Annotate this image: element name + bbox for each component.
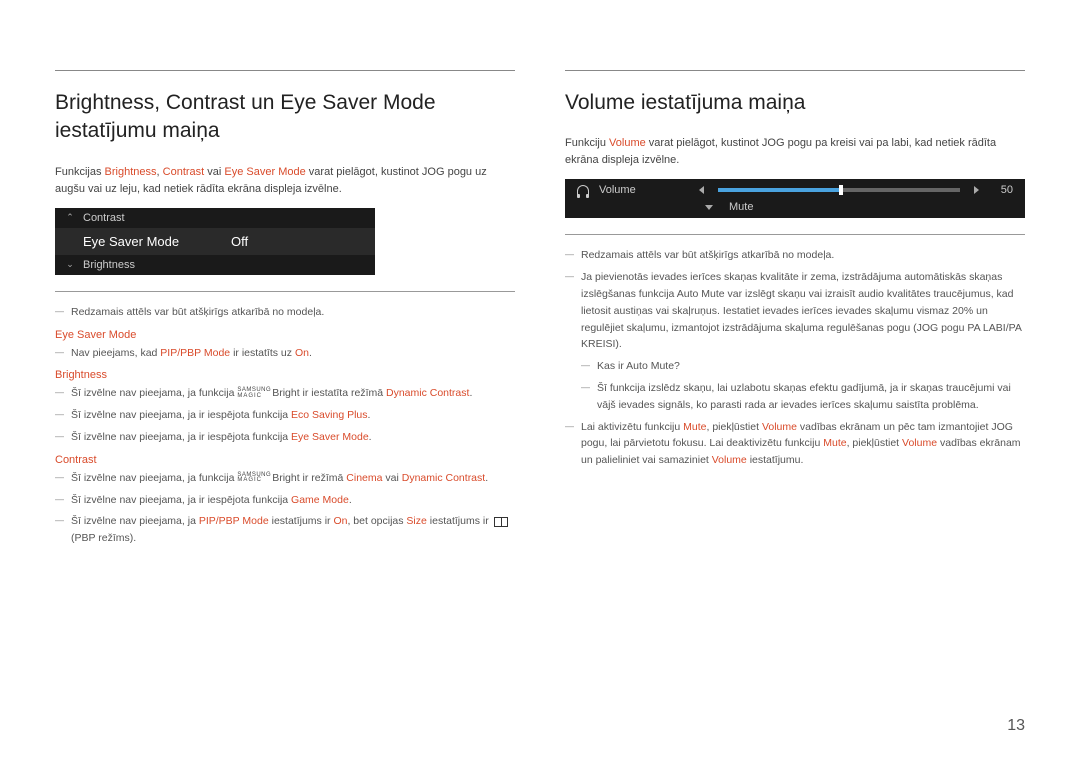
subhead-brightness: Brightness — [55, 369, 515, 381]
triangle-down-icon — [705, 205, 713, 210]
note-brightness-2: Šī izvēlne nav pieejama, ja ir iespējota… — [55, 407, 515, 424]
note-auto-mute-q: Kas ir Auto Mute? — [581, 358, 1025, 375]
note-model-vary-left: Redzamais attēls var būt atšķirīgs atkar… — [55, 304, 515, 321]
note-brightness-1: Šī izvēlne nav pieejama, ja funkcija SAM… — [55, 385, 515, 402]
volume-value: 50 — [989, 184, 1013, 196]
triangle-left-icon — [699, 186, 704, 194]
note-eyesaver-1: Nav pieejams, kad PIP/PBP Mode ir iestat… — [55, 345, 515, 362]
osd-row-brightness: ⌄ Brightness — [55, 255, 375, 275]
note-auto-mute-desc: Šī funkcija izslēdz skaņu, lai uzlabotu … — [581, 380, 1025, 414]
osd-brightness-panel: ⌃ Contrast Eye Saver Mode Off ⌄ Brightne… — [55, 208, 375, 275]
volume-handle — [839, 185, 843, 195]
left-intro: Funkcijas Brightness, Contrast vai Eye S… — [55, 164, 515, 198]
note-brightness-3: Šī izvēlne nav pieejama, ja ir iespējota… — [55, 429, 515, 446]
volume-fill — [718, 188, 839, 192]
note-contrast-3: Šī izvēlne nav pieejama, ja PIP/PBP Mode… — [55, 513, 515, 547]
note-model-vary-right: Redzamais attēls var būt atšķirīgs atkar… — [565, 247, 1025, 264]
mute-label: Mute — [729, 201, 753, 213]
pbp-icon — [494, 517, 508, 527]
page-number: 13 — [1007, 717, 1025, 735]
right-heading: Volume iestatījuma maiņa — [565, 89, 1025, 117]
volume-slider — [718, 188, 960, 192]
samsung-magic-icon: SAMSUNGMAGIC — [237, 473, 271, 484]
left-column: Brightness, Contrast un Eye Saver Mode i… — [55, 70, 515, 552]
separator — [565, 234, 1025, 235]
left-heading: Brightness, Contrast un Eye Saver Mode i… — [55, 89, 515, 146]
chevron-up-icon: ⌃ — [65, 212, 75, 223]
chevron-down-icon: ⌄ — [65, 259, 75, 270]
note-mute-activate: Lai aktivizētu funkciju Mute, piekļūstie… — [565, 419, 1025, 469]
right-column: Volume iestatījuma maiņa Funkciju Volume… — [565, 70, 1025, 552]
volume-label: Volume — [599, 184, 689, 196]
subhead-eyesaver: Eye Saver Mode — [55, 329, 515, 341]
right-intro: Funkciju Volume varat pielāgot, kustinot… — [565, 135, 1025, 169]
samsung-magic-icon: SAMSUNGMAGIC — [237, 388, 271, 399]
subhead-contrast: Contrast — [55, 454, 515, 466]
triangle-right-icon — [974, 186, 979, 194]
note-contrast-1: Šī izvēlne nav pieejama, ja funkcija SAM… — [55, 470, 515, 487]
document-page: Brightness, Contrast un Eye Saver Mode i… — [0, 0, 1080, 592]
osd-row-eye-saver: Eye Saver Mode Off — [55, 228, 375, 255]
note-contrast-2: Šī izvēlne nav pieejama, ja ir iespējota… — [55, 492, 515, 509]
volume-row: Volume 50 — [565, 179, 1025, 201]
osd-row-contrast: ⌃ Contrast — [55, 208, 375, 228]
note-auto-mute: Ja pievienotās ievades ierīces skaņas kv… — [565, 269, 1025, 353]
osd-volume-panel: Volume 50 Mute — [565, 179, 1025, 218]
separator — [55, 291, 515, 292]
osd-bottom-label: Brightness — [83, 259, 223, 271]
osd-top-label: Contrast — [83, 212, 223, 224]
headphone-icon — [577, 185, 589, 195]
mute-row: Mute — [565, 201, 1025, 218]
osd-main-value: Off — [231, 234, 248, 249]
osd-main-label: Eye Saver Mode — [83, 234, 223, 249]
